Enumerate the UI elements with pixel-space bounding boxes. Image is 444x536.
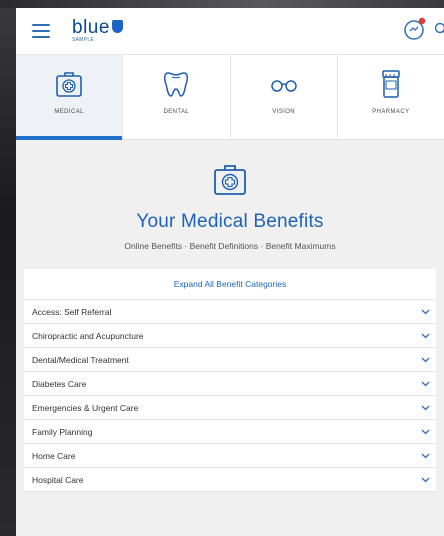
medical-kit-icon	[214, 165, 246, 195]
online-benefits-link[interactable]: Online Benefits	[124, 241, 182, 251]
expand-all-button[interactable]: Expand All Benefit Categories	[24, 269, 436, 300]
category-label: Dental/Medical Treatment	[32, 354, 129, 365]
benefit-maximums-link[interactable]: Benefit Maximums	[266, 241, 336, 251]
app-screen: blue SAMPLE MEDICAL DENTAL VISION PHARMA…	[16, 8, 444, 536]
chevron-down-icon	[421, 357, 430, 362]
chevron-down-icon	[421, 381, 430, 386]
category-row[interactable]: Hospital Care	[24, 468, 436, 492]
main-content: Your Medical Benefits Online Benefits · …	[16, 140, 444, 536]
chevron-down-icon	[421, 405, 430, 410]
tab-label: PHARMACY	[372, 109, 410, 115]
benefits-hero: Your Medical Benefits Online Benefits · …	[24, 140, 436, 251]
category-row[interactable]: Emergencies & Urgent Care	[24, 396, 436, 420]
link-separator: ·	[258, 241, 266, 251]
tab-label: MEDICAL	[54, 109, 84, 115]
tab-dental[interactable]: DENTAL	[123, 55, 231, 139]
category-label: Chiropractic and Acupuncture	[32, 330, 144, 341]
tab-medical[interactable]: MEDICAL	[16, 55, 124, 140]
medical-kit-icon	[56, 72, 82, 97]
chevron-down-icon	[421, 333, 430, 338]
category-label: Emergencies & Urgent Care	[32, 402, 139, 413]
category-row[interactable]: Access: Self Referral	[24, 300, 436, 324]
benefit-definitions-link[interactable]: Benefit Definitions	[190, 241, 259, 251]
background-top	[0, 0, 444, 8]
benefit-links: Online Benefits · Benefit Definitions · …	[24, 241, 436, 251]
category-row[interactable]: Family Planning	[24, 420, 436, 444]
messages-icon[interactable]	[402, 16, 428, 42]
category-label: Family Planning	[32, 426, 93, 437]
shield-icon	[111, 20, 123, 33]
category-label: Access: Self Referral	[32, 306, 112, 317]
menu-icon[interactable]	[32, 24, 50, 38]
category-label: Diabetes Care	[32, 378, 87, 389]
app-header: blue SAMPLE	[16, 8, 444, 55]
category-row[interactable]: Chiropractic and Acupuncture	[24, 324, 436, 348]
category-row[interactable]: Home Care	[24, 444, 436, 468]
tab-pharmacy[interactable]: PHARMACY	[338, 55, 444, 139]
tab-label: DENTAL	[163, 109, 190, 115]
search-icon[interactable]	[434, 22, 444, 36]
link-separator: ·	[182, 241, 190, 251]
category-row[interactable]: Dental/Medical Treatment	[24, 348, 436, 372]
tooth-icon	[164, 72, 189, 97]
background-left	[0, 0, 16, 536]
pharmacy-bottle-icon	[382, 70, 400, 98]
chevron-down-icon	[421, 309, 430, 314]
page-title: Your Medical Benefits	[136, 211, 324, 232]
category-label: Hospital Care	[32, 474, 84, 485]
chevron-down-icon	[421, 453, 430, 458]
tab-label: VISION	[272, 109, 295, 115]
benefit-categories: Expand All Benefit Categories Access: Se…	[24, 269, 436, 492]
category-row[interactable]: Diabetes Care	[24, 372, 436, 396]
chevron-down-icon	[421, 477, 430, 482]
brand-logo[interactable]: blue SAMPLE	[72, 17, 123, 43]
chevron-down-icon	[421, 429, 430, 434]
benefit-tabs: MEDICAL DENTAL VISION PHARMACY	[16, 55, 444, 140]
tab-vision[interactable]: VISION	[231, 55, 338, 139]
header-actions	[402, 16, 444, 42]
category-label: Home Care	[32, 450, 76, 461]
glasses-icon	[270, 80, 297, 92]
categories-accordion: Access: Self Referral Chiropractic and A…	[24, 300, 436, 492]
logo-text: blue	[72, 17, 110, 38]
